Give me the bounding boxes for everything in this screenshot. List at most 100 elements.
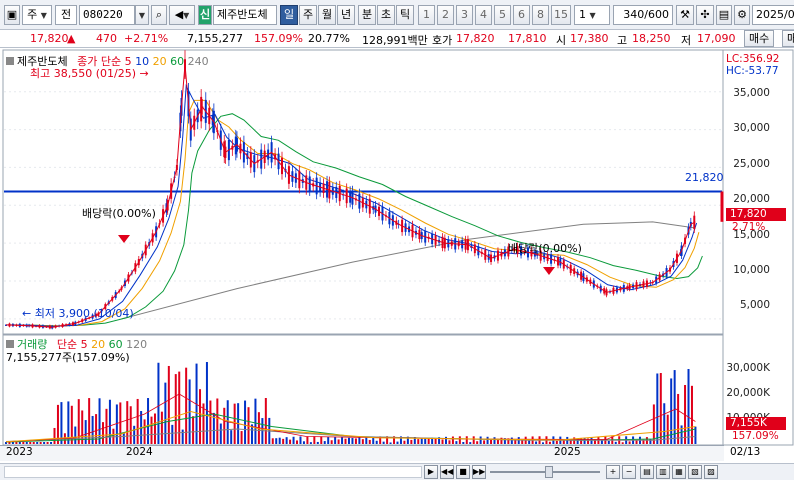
interval-15-button[interactable]: 15	[551, 5, 571, 25]
volume-bar	[528, 440, 531, 444]
date-field[interactable]: 2025/0	[752, 5, 794, 25]
volume-bar	[105, 408, 108, 444]
stock-chart[interactable]: 제주반도체 종가 단순 5 10 20 60 240 최고 38,550 (01…	[0, 49, 794, 463]
save-icon[interactable]: ▤	[716, 5, 732, 25]
volume-bar	[479, 436, 482, 444]
dividend-marker-1: 배당락(0.00%)	[82, 207, 156, 220]
code-dropdown-button[interactable]: ▼	[135, 5, 149, 25]
search-icon[interactable]: ⌕	[151, 5, 167, 25]
volume-bar	[472, 436, 475, 444]
max-price-text: 최고 38,550 (01/25)	[30, 67, 137, 80]
period-second-button[interactable]: 초	[377, 5, 395, 25]
sell-button[interactable]: 매	[782, 30, 794, 47]
volume-bar	[690, 385, 693, 444]
volume-bar	[233, 403, 236, 444]
volume-bar	[337, 439, 340, 444]
dividend-arrow-1	[118, 235, 130, 243]
interval-3-button[interactable]: 3	[456, 5, 473, 25]
volume-bar	[244, 400, 247, 444]
chevron-down-icon: ▼	[138, 11, 146, 20]
amount-value: 128,991백만	[362, 34, 428, 47]
period-week-button[interactable]: 주	[299, 5, 317, 25]
scroll-end-icon[interactable]: ▶▶	[472, 465, 486, 479]
scroll-bar: ▶ ◀◀ ■ ▶▶ + − ▤ ▥ ▦ ▧ ▨	[0, 463, 794, 480]
volume-bar	[157, 362, 160, 444]
buy-button[interactable]: 매수	[744, 30, 775, 47]
volume-bar	[361, 439, 364, 444]
low-label: 저	[681, 34, 692, 47]
period-year-button[interactable]: 년	[337, 5, 355, 25]
scroll-start-icon[interactable]: ◀◀	[440, 465, 454, 479]
period-minute-button[interactable]: 분	[358, 5, 376, 25]
interval-1-button[interactable]: 1	[418, 5, 435, 25]
volume-bar	[628, 441, 631, 444]
volume-bar	[476, 441, 479, 444]
market-select[interactable]: 주 ▼	[22, 5, 52, 25]
min-price-text: 최저 3,900 (10/04)	[34, 307, 134, 320]
gear-icon[interactable]: ⚙	[734, 5, 750, 25]
volume-bar	[115, 404, 118, 444]
chart-tool-2-icon[interactable]: ▥	[656, 465, 670, 479]
chart-tool-3-icon[interactable]: ▦	[672, 465, 686, 479]
period-day-button[interactable]: 일	[280, 5, 298, 25]
volume-bar	[417, 439, 420, 444]
volume-bar	[219, 423, 222, 444]
period-month-button[interactable]: 월	[318, 5, 336, 25]
volume-bar	[289, 439, 292, 444]
volume-bar	[153, 413, 156, 444]
volume-bar	[11, 442, 14, 444]
interval-select[interactable]: 1 ▼	[574, 5, 610, 25]
chart-settings-icon[interactable]: ⚒	[676, 5, 694, 25]
interval-8-button[interactable]: 8	[532, 5, 549, 25]
volume-bar	[50, 442, 53, 444]
ma-240-label: 240	[187, 55, 209, 68]
view-select[interactable]: 전	[55, 5, 77, 25]
volume-bar	[483, 440, 486, 444]
volume-bar	[424, 438, 427, 444]
window-icon[interactable]: ▣	[4, 5, 20, 25]
volume-bar	[88, 398, 91, 444]
chart-tool-1-icon[interactable]: ▤	[640, 465, 654, 479]
high-label: 고	[617, 34, 628, 47]
volume-bar	[122, 432, 125, 444]
current-price: 17,820	[30, 32, 69, 45]
x-right-label: 02/13	[730, 446, 761, 458]
right-arrow-icon: →	[139, 67, 149, 80]
volume-bar	[441, 439, 444, 444]
volume-bar	[493, 437, 496, 444]
dividend-arrow-2	[543, 267, 555, 275]
chevron-down-icon: ▼	[40, 11, 47, 20]
zoom-slider-handle[interactable]	[545, 466, 553, 478]
zoom-out-icon[interactable]: −	[622, 465, 636, 479]
period-tick-button[interactable]: 틱	[396, 5, 414, 25]
stock-code-input[interactable]: 080220	[79, 5, 135, 25]
chart-tool-4-icon[interactable]: ▧	[688, 465, 702, 479]
volume-bar	[53, 427, 56, 444]
volume-bar	[254, 398, 257, 444]
volume-bar	[347, 437, 350, 444]
stock-name-field[interactable]: 제주반도체	[213, 5, 277, 25]
volume-bar	[313, 436, 316, 444]
volume-bar	[334, 436, 337, 444]
new-badge: 신	[198, 5, 212, 25]
zoom-in-icon[interactable]: +	[606, 465, 620, 479]
volume-bar	[309, 442, 312, 444]
interval-4-button[interactable]: 4	[475, 5, 492, 25]
change-percent: +2.71%	[124, 32, 169, 45]
ma-60-label: 60	[170, 55, 185, 68]
interval-5-button[interactable]: 5	[494, 5, 511, 25]
chart-tool-5-icon[interactable]: ▨	[704, 465, 718, 479]
chart-canvas[interactable]	[0, 49, 794, 463]
ma-20-label: 20	[152, 55, 167, 68]
scroll-right-icon[interactable]: ▶	[424, 465, 438, 479]
chart-toolbar: ▣ 주 ▼ 전 080220 ▼ ⌕ ◀▼ 신 제주반도체 일 주 월 년 분 …	[0, 0, 794, 30]
volume-bar	[278, 437, 281, 444]
crosshair-icon[interactable]: ✣	[696, 5, 714, 25]
chart-scroll-track[interactable]	[4, 466, 422, 478]
volume-bar	[455, 441, 458, 444]
stop-icon[interactable]: ■	[456, 465, 470, 479]
sound-icon[interactable]: ◀▼	[169, 5, 195, 25]
interval-2-button[interactable]: 2	[437, 5, 454, 25]
count-field[interactable]: 340/600	[613, 5, 673, 25]
interval-6-button[interactable]: 6	[513, 5, 530, 25]
